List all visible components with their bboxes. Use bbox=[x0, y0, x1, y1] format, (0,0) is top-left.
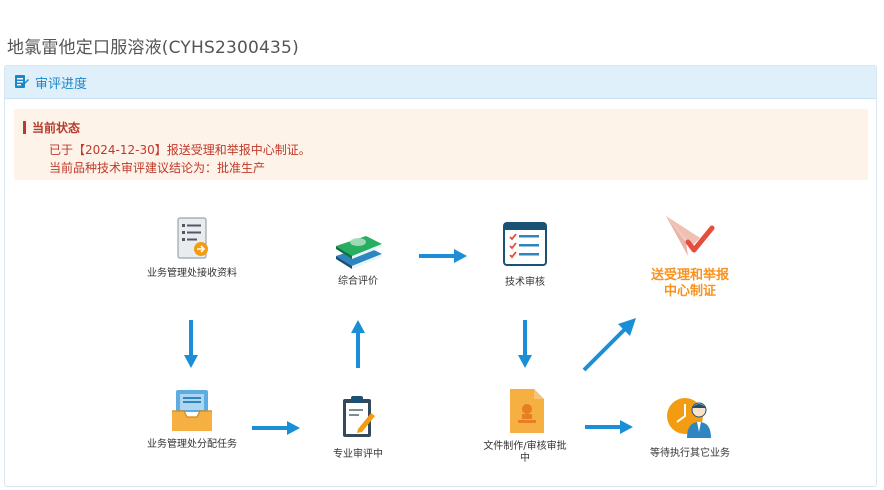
flow-step-certify: 送受理和举报中心制证 bbox=[635, 212, 745, 300]
arrow-docs-to-certify bbox=[582, 318, 636, 372]
document-stamp-icon bbox=[504, 387, 548, 435]
status-marker bbox=[23, 121, 26, 134]
arrow-review-to-comprehensive bbox=[351, 320, 365, 368]
flow-label-docs: 文件制作/审核审批中 bbox=[483, 441, 567, 464]
flow-label-assign: 业务管理处分配任务 bbox=[147, 439, 237, 450]
flow-step-receive: 业务管理处接收资料 bbox=[142, 216, 242, 280]
flow-label-tech-audit: 技术审核 bbox=[505, 277, 545, 288]
flow-label-certify: 送受理和举报中心制证 bbox=[650, 268, 729, 299]
status-line-conclusion: 当前品种技术审评建议结论为：批准生产 bbox=[49, 161, 266, 175]
status-line-date: 已于【2024-12-30】报送受理和举报中心制证。 bbox=[49, 143, 311, 157]
current-status-box: 当前状态 已于【2024-12-30】报送受理和举报中心制证。 当前品种技术审评… bbox=[14, 109, 868, 180]
flow-label-receive: 业务管理处接收资料 bbox=[147, 268, 237, 279]
drug-title: 地氯雷他定口服溶液(CYHS2300435) bbox=[7, 38, 299, 58]
flow-label-review: 专业审评中 bbox=[333, 449, 383, 460]
review-progress-icon bbox=[13, 74, 29, 90]
arrow-tech-to-docs bbox=[518, 320, 532, 368]
document-receive-icon bbox=[170, 216, 214, 264]
flow-step-other: 等待执行其它业务 bbox=[640, 392, 740, 460]
review-progress-panel: 审评进度 当前状态 已于【2024-12-30】报送受理和举报中心制证。 当前品… bbox=[4, 65, 877, 487]
flow-step-comprehensive: 综合评价 bbox=[318, 222, 398, 288]
flow-step-assign: 业务管理处分配任务 bbox=[142, 387, 242, 451]
paper-plane-icon bbox=[662, 212, 718, 262]
flow-step-docs: 文件制作/审核审批中 bbox=[478, 387, 573, 465]
arrow-comprehensive-to-tech bbox=[419, 249, 467, 263]
panel-header: 审评进度 bbox=[5, 66, 876, 99]
flow-label-other: 等待执行其它业务 bbox=[650, 448, 730, 459]
panel-title: 审评进度 bbox=[35, 76, 88, 92]
arrow-receive-to-assign bbox=[184, 320, 198, 368]
arrow-assign-to-review bbox=[252, 421, 300, 435]
arrow-docs-to-other bbox=[585, 420, 633, 434]
books-evaluate-icon bbox=[330, 222, 386, 270]
flow-step-review: 专业审评中 bbox=[318, 395, 398, 461]
user-clock-icon bbox=[665, 392, 715, 440]
flow-step-tech-audit: 技术审核 bbox=[485, 221, 565, 289]
clipboard-review-icon bbox=[338, 395, 378, 441]
checklist-icon bbox=[502, 221, 548, 267]
status-heading: 当前状态 bbox=[32, 121, 81, 135]
flow-label-comprehensive: 综合评价 bbox=[338, 276, 378, 287]
inbox-assign-icon bbox=[168, 387, 216, 435]
